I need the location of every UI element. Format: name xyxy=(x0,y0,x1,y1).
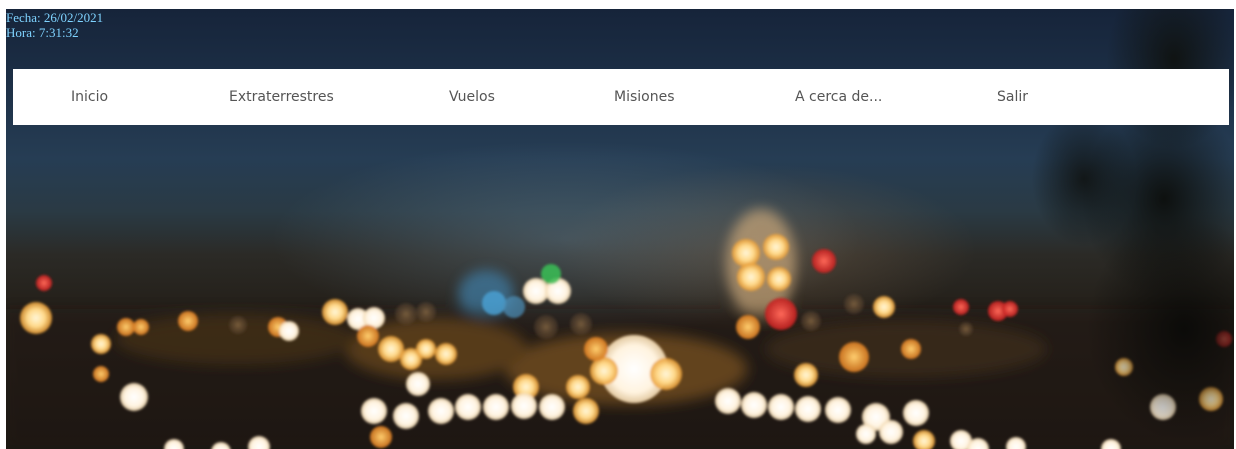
nav-item-extraterrestres[interactable]: Extraterrestres xyxy=(229,69,334,125)
nav-item-misiones[interactable]: Misiones xyxy=(614,69,675,125)
nav-item-salir[interactable]: Salir xyxy=(997,69,1028,125)
nav-item-vuelos[interactable]: Vuelos xyxy=(449,69,495,125)
date-label: Fecha: 26/02/2021 xyxy=(6,10,104,25)
datetime-display: Fecha: 26/02/2021 Hora: 7:31:32 xyxy=(6,10,103,40)
time-label: Hora: 7:31:32 xyxy=(6,25,79,40)
main-navbar: Inicio Extraterrestres Vuelos Misiones A… xyxy=(13,69,1229,125)
nav-item-acerca-de[interactable]: A cerca de... xyxy=(795,69,882,125)
nav-item-inicio[interactable]: Inicio xyxy=(71,69,108,125)
